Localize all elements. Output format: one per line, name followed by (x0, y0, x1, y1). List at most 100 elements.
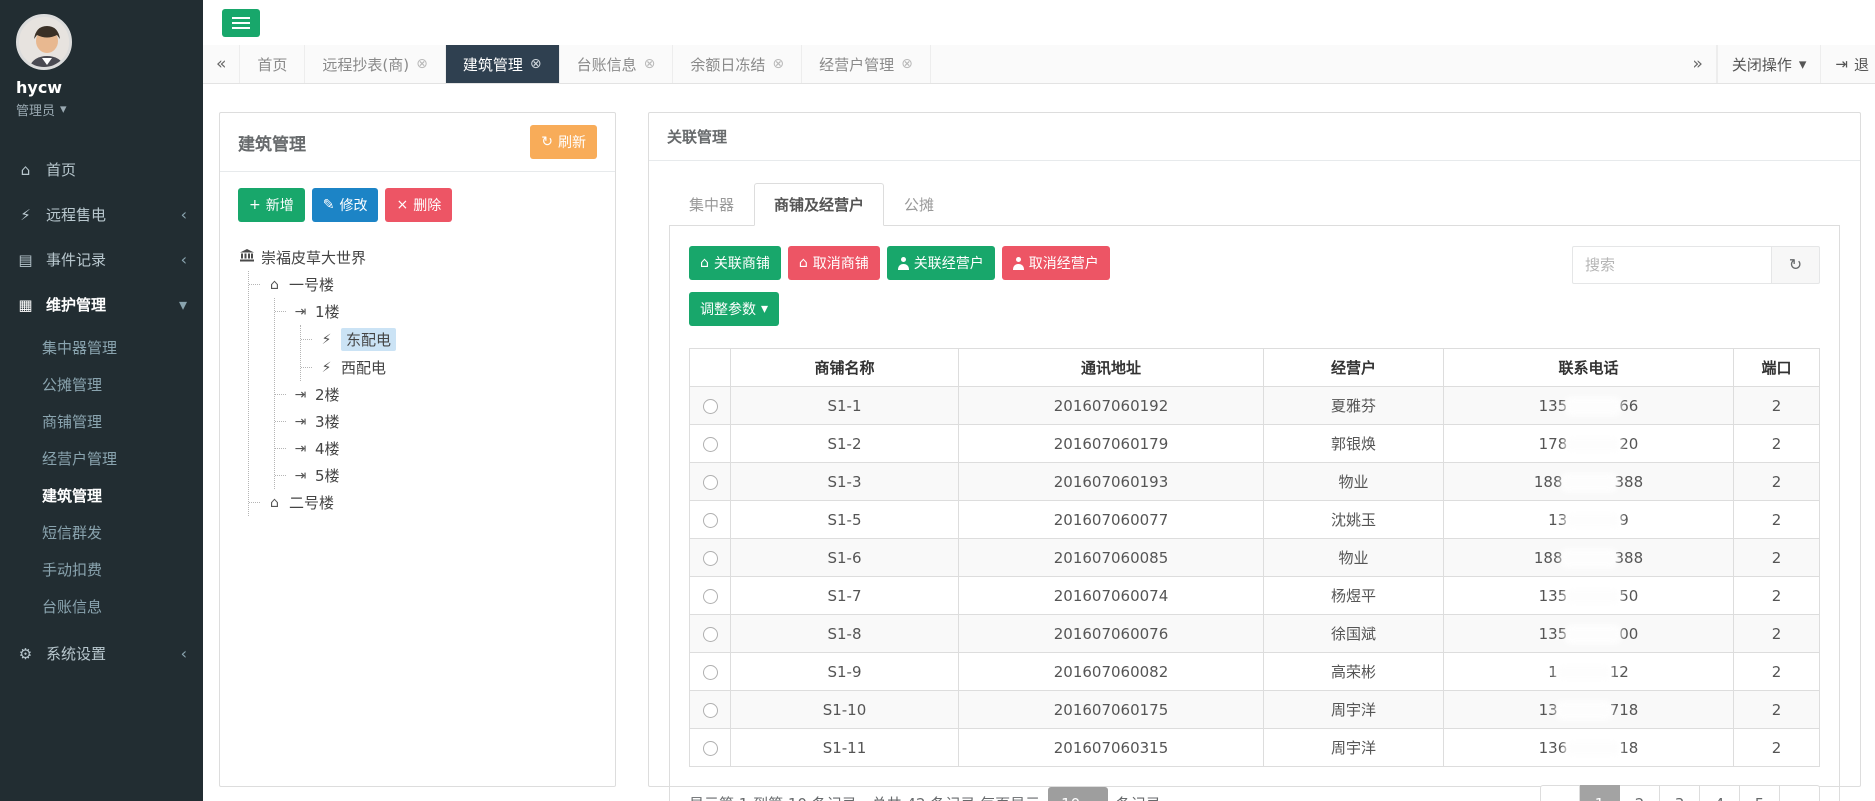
tabs-scroll-left-icon[interactable]: « (203, 45, 240, 83)
building-panel-header: 建筑管理 ↻ 刷新 (220, 113, 615, 172)
tree-node-floor-5[interactable]: ⇥ 5楼 (290, 462, 597, 489)
table-refresh-button[interactable]: ↻ (1772, 246, 1820, 284)
sidebar-item-system-settings[interactable]: ⚙ 系统设置 ‹ (0, 631, 203, 676)
row-radio[interactable] (703, 741, 718, 756)
tabs-scroll-right-icon[interactable]: » (1679, 45, 1716, 83)
tree-node-building-2[interactable]: ⌂ 二号楼 (264, 489, 597, 516)
logout-button[interactable]: ⇥ 退 (1820, 45, 1875, 83)
table-row[interactable]: S1-3 201607060193 物业 188388 2 (690, 463, 1820, 501)
close-icon[interactable]: ⊗ (644, 56, 656, 72)
tree-node-label: 二号楼 (289, 492, 334, 513)
row-radio[interactable] (703, 399, 718, 414)
close-icon[interactable]: ⊗ (416, 56, 428, 72)
page-button-1[interactable]: 1 (1580, 785, 1620, 801)
row-radio[interactable] (703, 589, 718, 604)
row-radio[interactable] (703, 551, 718, 566)
pagination-info-prefix: 显示第 1 到第 10 条记录，总共 42 条记录 每页显示 (689, 793, 1040, 801)
sidebar-subitem-operator[interactable]: 经营户管理 (0, 440, 203, 477)
link-shop-button[interactable]: ⌂ 关联商铺 (689, 246, 781, 280)
sidebar-item-remote-power[interactable]: ⚡ 远程售电 ‹ (0, 192, 203, 237)
add-button[interactable]: + 新增 (238, 188, 305, 222)
page-prev-button[interactable]: ‹ (1540, 785, 1580, 801)
edit-button[interactable]: ✎ 修改 (312, 188, 379, 222)
refresh-button[interactable]: ↻ 刷新 (530, 125, 597, 159)
table-row[interactable]: S1-6 201607060085 物业 188388 2 (690, 539, 1820, 577)
row-radio[interactable] (703, 437, 718, 452)
phone-suffix: 388 (1615, 473, 1644, 491)
tab-public-share[interactable]: 公摊 (884, 183, 954, 226)
tab-home[interactable]: 首页 (240, 45, 305, 83)
hamburger-menu-button[interactable] (222, 9, 260, 37)
bank-icon (238, 249, 255, 266)
table-row[interactable]: S1-8 201607060076 徐国斌 13500 2 (690, 615, 1820, 653)
bolt-icon: ⚡ (318, 360, 335, 376)
refresh-label: 刷新 (558, 132, 586, 152)
table-row[interactable]: S1-11 201607060315 周宇洋 13618 2 (690, 729, 1820, 767)
tab-remote-meter-reading[interactable]: 远程抄表(商) ⊗ (305, 45, 445, 83)
pencil-icon: ✎ (323, 197, 335, 213)
unlink-operator-button[interactable]: 取消经营户 (1002, 246, 1110, 280)
close-icon[interactable]: ⊗ (901, 56, 913, 72)
cell-port: 2 (1734, 729, 1820, 767)
sidebar-subitem-ledger[interactable]: 台账信息 (0, 588, 203, 625)
sidebar-subitem-manual-deduct[interactable]: 手动扣费 (0, 551, 203, 588)
sidebar-subitem-sms[interactable]: 短信群发 (0, 514, 203, 551)
sidebar-subitem-building[interactable]: 建筑管理 (0, 477, 203, 514)
avatar (16, 14, 72, 70)
tab-building-management[interactable]: 建筑管理 ⊗ (446, 45, 560, 83)
page-next-button[interactable]: › (1780, 785, 1820, 801)
tab-ledger-info[interactable]: 台账信息 ⊗ (560, 45, 674, 83)
tree-node-floor-4[interactable]: ⇥ 4楼 (290, 435, 597, 462)
table-row[interactable]: S1-2 201607060179 郭银焕 17820 2 (690, 425, 1820, 463)
delete-button[interactable]: × 删除 (385, 188, 452, 222)
adjust-params-dropdown[interactable]: 调整参数 ▾ (689, 292, 779, 326)
row-radio[interactable] (703, 475, 718, 490)
phone-prefix: 135 (1539, 587, 1568, 605)
tree-node-floor-2[interactable]: ⇥ 2楼 (290, 381, 597, 408)
phone-prefix: 136 (1539, 739, 1568, 757)
tab-shops-operators[interactable]: 商铺及经营户 (754, 183, 884, 226)
tree-node-market[interactable]: 崇福皮草大世界 (238, 244, 597, 271)
sidebar-item-event-records[interactable]: ▤ 事件记录 ‹ (0, 237, 203, 282)
table-row[interactable]: S1-7 201607060074 杨煜平 13550 2 (690, 577, 1820, 615)
row-radio[interactable] (703, 665, 718, 680)
tree-node-floor-3[interactable]: ⇥ 3楼 (290, 408, 597, 435)
table-row[interactable]: S1-1 201607060192 夏雅芬 13566 2 (690, 387, 1820, 425)
row-radio[interactable] (703, 703, 718, 718)
floor-icon: ⇥ (292, 468, 309, 484)
page-button-2[interactable]: 2 (1620, 785, 1660, 801)
radio-column-header (690, 349, 731, 387)
tab-balance-freeze[interactable]: 余额日冻结 ⊗ (673, 45, 802, 83)
cell-phone: 112 (1444, 653, 1734, 691)
search-input[interactable] (1572, 246, 1772, 284)
sidebar-subitem-shop[interactable]: 商铺管理 (0, 403, 203, 440)
tree-node-east-distribution[interactable]: ⚡ 东配电 (316, 325, 597, 354)
row-radio[interactable] (703, 513, 718, 528)
tree-node-building-1[interactable]: ⌂ 一号楼 (264, 271, 597, 298)
page-button-4[interactable]: 4 (1700, 785, 1740, 801)
close-icon[interactable]: ⊗ (772, 56, 784, 72)
page-button-5[interactable]: 5 (1740, 785, 1780, 801)
tree-node-west-distribution[interactable]: ⚡ 西配电 (316, 354, 597, 381)
page-size-dropdown[interactable]: 10 ▴ (1048, 787, 1108, 801)
table-row[interactable]: S1-10 201607060175 周宇洋 13718 2 (690, 691, 1820, 729)
cell-operator: 杨煜平 (1264, 577, 1444, 615)
sidebar-item-home[interactable]: ⌂ 首页 (0, 147, 203, 192)
redaction-blur (1559, 666, 1609, 679)
close-operations-dropdown[interactable]: 关闭操作 ▾ (1717, 45, 1821, 83)
row-radio[interactable] (703, 627, 718, 642)
sidebar-item-maintenance[interactable]: ▦ 维护管理 ▾ (0, 282, 203, 327)
sidebar-subitem-public-share[interactable]: 公摊管理 (0, 366, 203, 403)
tab-operator-management[interactable]: 经营户管理 ⊗ (802, 45, 931, 83)
link-operator-button[interactable]: 关联经营户 (887, 246, 995, 280)
page-button-3[interactable]: 3 (1660, 785, 1700, 801)
tree-node-floor-1[interactable]: ⇥ 1楼 (290, 298, 597, 325)
close-icon[interactable]: ⊗ (530, 56, 542, 72)
role-dropdown[interactable]: 管理员 ▾ (16, 100, 187, 119)
table-row[interactable]: S1-9 201607060082 高荣彬 112 2 (690, 653, 1820, 691)
cell-phone: 13718 (1444, 691, 1734, 729)
table-row[interactable]: S1-5 201607060077 沈姚玉 139 2 (690, 501, 1820, 539)
sidebar-subitem-concentrator[interactable]: 集中器管理 (0, 329, 203, 366)
unlink-shop-button[interactable]: ⌂ 取消商铺 (788, 246, 880, 280)
tab-concentrator[interactable]: 集中器 (669, 183, 754, 226)
